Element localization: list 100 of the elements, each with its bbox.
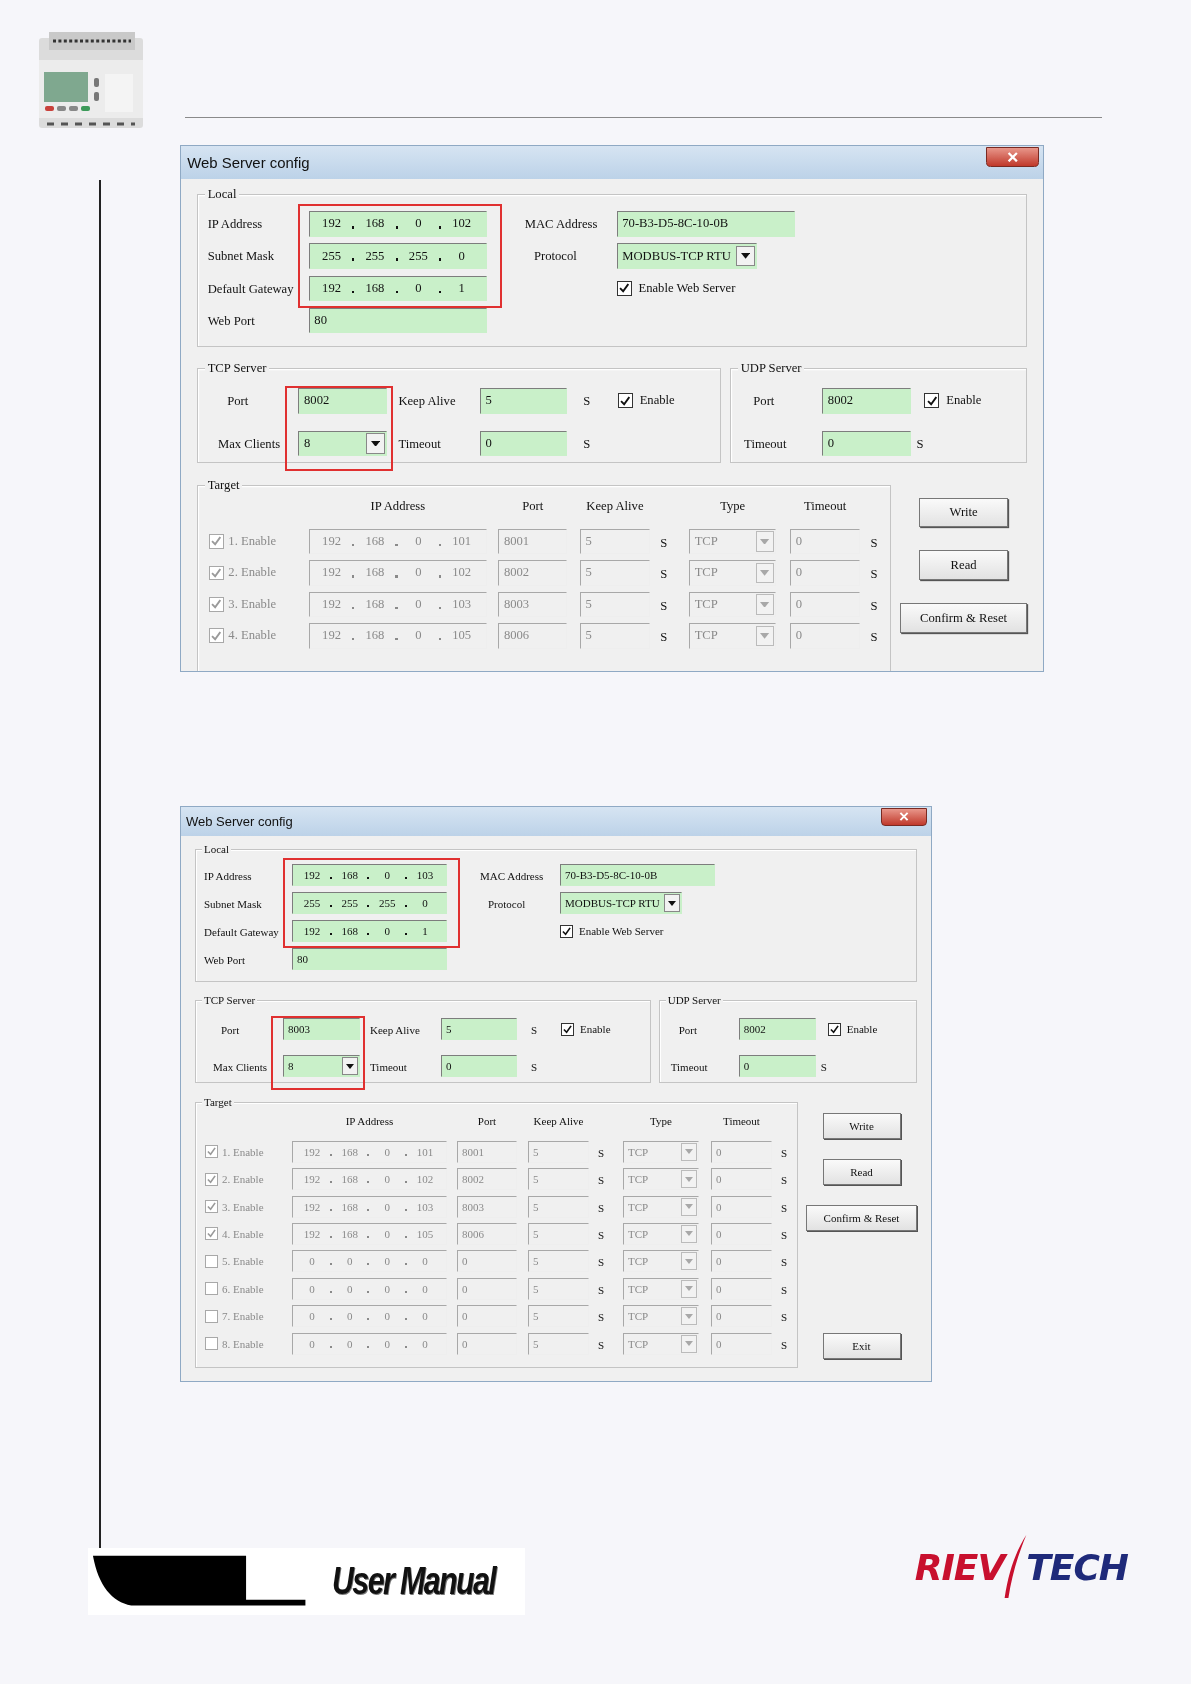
- input-field[interactable]: 0: [790, 560, 861, 586]
- input-field[interactable]: 0: [790, 623, 861, 649]
- checkbox[interactable]: [924, 393, 940, 409]
- exit-button[interactable]: Exit: [822, 1333, 901, 1360]
- checkbox[interactable]: [208, 596, 224, 612]
- checkbox[interactable]: [208, 565, 224, 581]
- input-field[interactable]: 0: [790, 528, 861, 555]
- input-field[interactable]: 5: [579, 560, 650, 586]
- action-button[interactable]: Confirm & Reset: [899, 603, 1028, 634]
- action-button[interactable]: Write: [822, 1113, 901, 1140]
- checkbox[interactable]: [617, 393, 633, 409]
- input-field[interactable]: 0: [711, 1250, 772, 1273]
- input-field[interactable]: 0: [711, 1195, 772, 1218]
- dropdown[interactable]: TCP: [623, 1277, 699, 1300]
- input-field[interactable]: 0: [457, 1277, 517, 1300]
- ip-address-field[interactable]: 192 168 0 1: [292, 920, 447, 943]
- input-field[interactable]: 0: [822, 430, 911, 456]
- dropdown[interactable]: TCP: [623, 1305, 699, 1328]
- checkbox[interactable]: [205, 1145, 218, 1159]
- checkbox[interactable]: [205, 1172, 218, 1186]
- action-button[interactable]: Write: [918, 497, 1009, 528]
- input-field[interactable]: 0: [738, 1055, 816, 1078]
- input-field[interactable]: 5: [528, 1195, 589, 1218]
- input-field[interactable]: 8003: [457, 1195, 517, 1218]
- input-field[interactable]: 8002: [738, 1018, 816, 1041]
- ip-address-field[interactable]: 192 168 0 103: [292, 1195, 447, 1218]
- dropdown[interactable]: TCP: [689, 528, 777, 555]
- dropdown[interactable]: TCP: [689, 623, 777, 649]
- input-field[interactable]: 8001: [457, 1140, 517, 1163]
- dropdown[interactable]: TCP: [623, 1332, 699, 1355]
- ip-address-field[interactable]: 192 168 0 102: [308, 560, 487, 586]
- dropdown[interactable]: MODBUS-TCP RTU: [616, 243, 757, 269]
- input-field[interactable]: 8002: [457, 1168, 517, 1191]
- input-field[interactable]: 5: [528, 1305, 589, 1328]
- input-field[interactable]: 0: [711, 1332, 772, 1355]
- input-field[interactable]: 8001: [498, 528, 568, 555]
- ip-address-field[interactable]: 192 168 0 103: [292, 864, 447, 887]
- dropdown[interactable]: TCP: [623, 1222, 699, 1245]
- action-button[interactable]: Read: [822, 1159, 901, 1186]
- input-field[interactable]: 5: [528, 1168, 589, 1191]
- input-field[interactable]: 0: [790, 591, 861, 618]
- ip-address-field[interactable]: 255 255 255 0: [292, 892, 447, 915]
- input-field[interactable]: 5: [579, 623, 650, 649]
- ip-address-field[interactable]: 0 0 0 0: [292, 1305, 447, 1328]
- input-field[interactable]: 8006: [498, 623, 568, 649]
- ip-address-field[interactable]: 192 168 0 105: [308, 623, 487, 649]
- dropdown[interactable]: TCP: [689, 591, 777, 618]
- dropdown[interactable]: TCP: [623, 1250, 699, 1273]
- input-field[interactable]: 8002: [498, 560, 568, 586]
- checkbox[interactable]: [205, 1309, 218, 1323]
- ip-address-field[interactable]: 192 168 0 102: [308, 211, 487, 237]
- input-field[interactable]: 5: [528, 1332, 589, 1355]
- input-field[interactable]: 80: [292, 948, 447, 971]
- input-field[interactable]: 8002: [822, 388, 911, 414]
- dropdown[interactable]: TCP: [689, 560, 777, 586]
- dropdown[interactable]: MODBUS-TCP RTU: [560, 892, 682, 915]
- input-field[interactable]: 5: [579, 528, 650, 555]
- input-field[interactable]: 8003: [498, 591, 568, 618]
- dropdown[interactable]: 8: [283, 1055, 360, 1078]
- input-field[interactable]: 5: [579, 591, 650, 618]
- close-button[interactable]: [881, 807, 927, 826]
- input-field[interactable]: 5: [528, 1250, 589, 1273]
- ip-address-field[interactable]: 255 255 255 0: [308, 243, 487, 269]
- input-field[interactable]: 70-B3-D5-8C-10-0B: [616, 211, 795, 237]
- input-field[interactable]: 0: [457, 1332, 517, 1355]
- checkbox[interactable]: [561, 1022, 574, 1036]
- ip-address-field[interactable]: 0 0 0 0: [292, 1277, 447, 1300]
- input-field[interactable]: 5: [441, 1018, 517, 1041]
- checkbox[interactable]: [616, 280, 632, 296]
- input-field[interactable]: 0: [711, 1277, 772, 1300]
- checkbox[interactable]: [208, 534, 224, 549]
- checkbox[interactable]: [205, 1282, 218, 1296]
- input-field[interactable]: 0: [711, 1305, 772, 1328]
- input-field[interactable]: 0: [441, 1055, 517, 1078]
- checkbox[interactable]: [205, 1200, 218, 1214]
- action-button[interactable]: Confirm & Reset: [806, 1205, 917, 1232]
- ip-address-field[interactable]: 192 168 0 101: [292, 1140, 447, 1163]
- ip-address-field[interactable]: 192 168 0 102: [292, 1168, 447, 1191]
- dropdown[interactable]: 8: [298, 430, 387, 456]
- input-field[interactable]: 5: [528, 1277, 589, 1300]
- checkbox[interactable]: [205, 1227, 218, 1241]
- dropdown[interactable]: TCP: [623, 1195, 699, 1218]
- input-field[interactable]: 5: [528, 1140, 589, 1163]
- input-field[interactable]: 0: [711, 1222, 772, 1245]
- checkbox[interactable]: [827, 1022, 841, 1036]
- input-field[interactable]: 0: [479, 430, 568, 456]
- checkbox[interactable]: [205, 1337, 218, 1350]
- input-field[interactable]: 0: [457, 1250, 517, 1273]
- input-field[interactable]: 0: [711, 1168, 772, 1191]
- input-field[interactable]: 8002: [298, 388, 387, 414]
- input-field[interactable]: 0: [457, 1305, 517, 1328]
- checkbox[interactable]: [205, 1254, 218, 1268]
- dropdown[interactable]: TCP: [623, 1140, 699, 1163]
- close-button[interactable]: [986, 146, 1039, 168]
- ip-address-field[interactable]: 0 0 0 0: [292, 1250, 447, 1273]
- input-field[interactable]: 80: [308, 307, 487, 334]
- input-field[interactable]: 5: [528, 1222, 589, 1245]
- input-field[interactable]: 70-B3-D5-8C-10-0B: [560, 864, 715, 887]
- input-field[interactable]: 8006: [457, 1222, 517, 1245]
- action-button[interactable]: Read: [918, 550, 1009, 581]
